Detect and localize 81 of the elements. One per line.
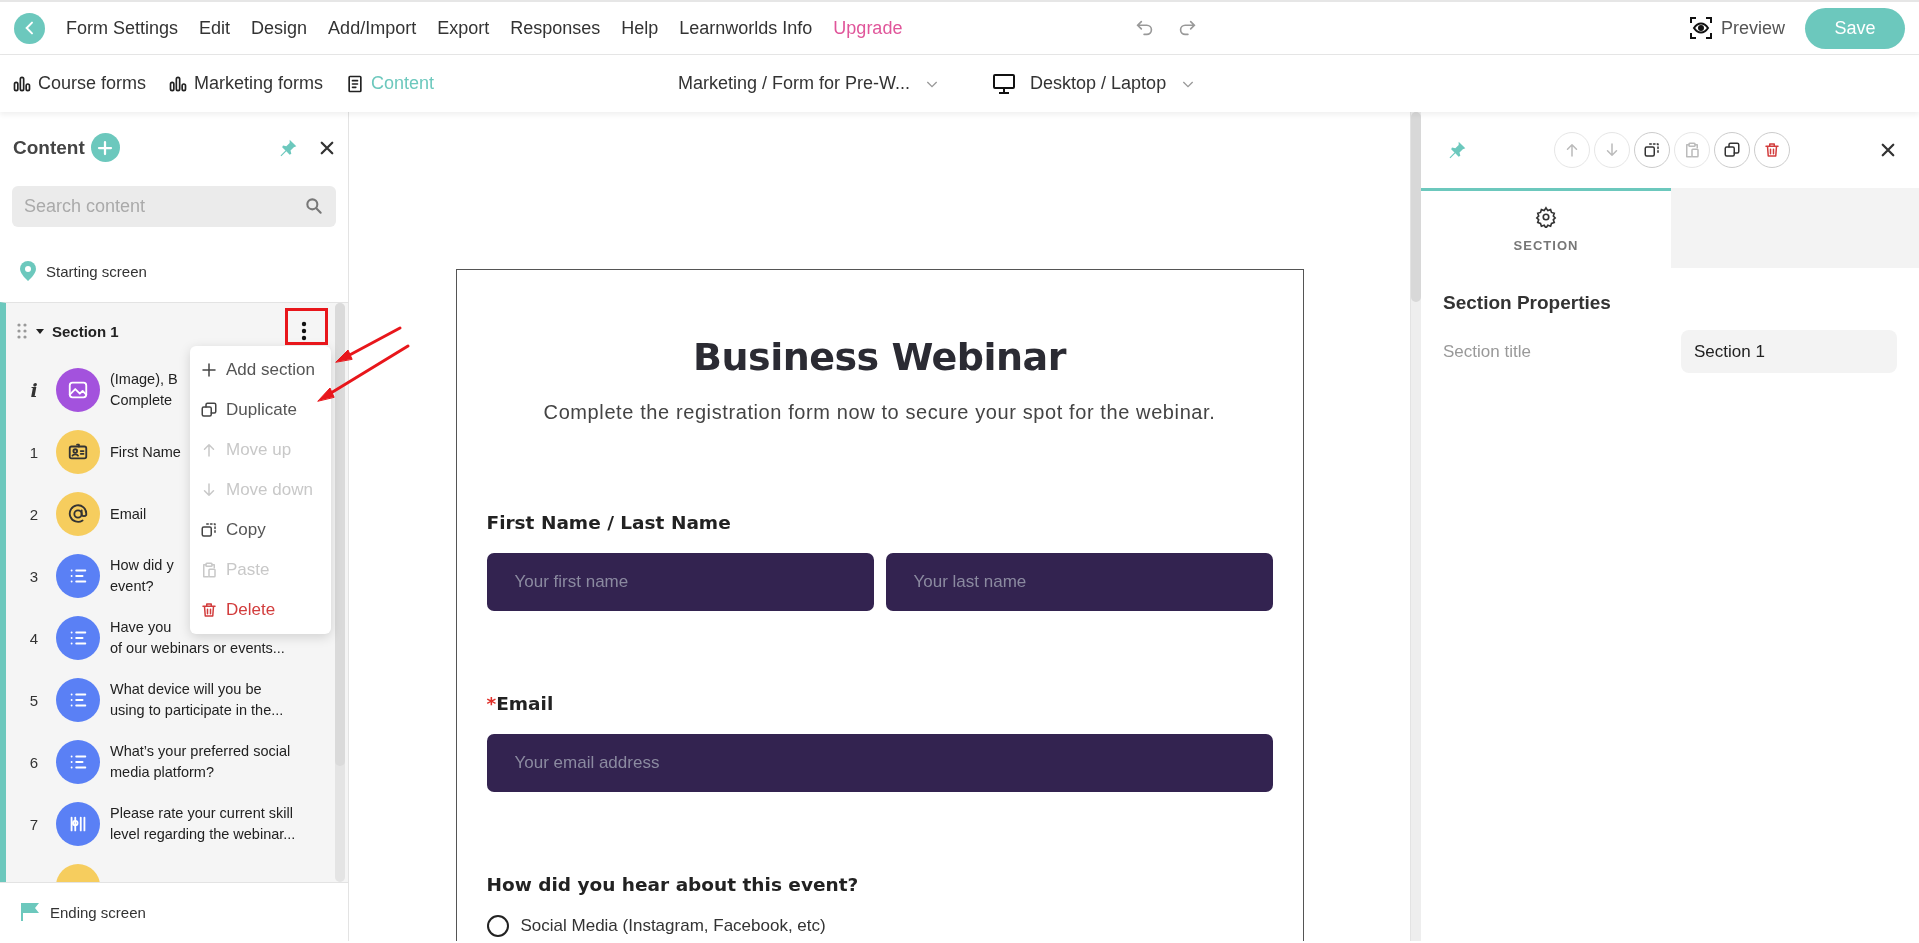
item-title[interactable]: Please rate your current skill level regarding the webinar... [110,803,296,845]
trash-icon [1763,141,1781,159]
menu-item[interactable]: Add section [190,350,331,390]
menu-item[interactable]: Copy [190,510,331,550]
device-dropdown[interactable]: Desktop / Laptop [986,70,1203,97]
menu-item[interactable]: Learnworlds Info [679,17,813,39]
menu-item[interactable]: Edit [199,17,231,39]
radio-button[interactable] [486,915,509,937]
text-field[interactable]: Your last name [885,553,1273,611]
highlight-frame [285,308,328,345]
properties-heading: Section Properties [1442,291,1612,315]
close-icon[interactable] [1879,141,1897,159]
menu-item[interactable]: Export [437,17,490,39]
location-pin-icon [20,261,36,281]
item-title[interactable]: Email [110,503,147,525]
section-title-field[interactable]: Section 1 [1681,330,1897,373]
section-title: Section 1 [52,322,119,340]
item-title[interactable]: First Name [110,441,181,463]
menu-item[interactable]: Duplicate [190,390,331,430]
text-field[interactable]: Your first name [486,553,874,611]
more-icon [301,321,307,341]
menu-item[interactable]: Upgrade [833,17,903,39]
item-number: 2 [28,505,40,523]
item-number: 4 [28,629,40,647]
clipboard-icon [1683,141,1701,159]
copy-icon [200,521,218,539]
item-title[interactable]: How did y event? [110,555,174,597]
menu-item[interactable]: Add/Import [328,17,417,39]
item-number: 6 [28,753,40,771]
duplicate-icon [200,401,218,419]
menu-item[interactable]: Delete [190,590,331,630]
starting-screen-item[interactable]: Starting screen [46,262,147,280]
preview-button[interactable]: Preview [1682,15,1791,41]
text-field[interactable]: Your email address [486,734,1273,792]
search-field[interactable]: Search content [12,186,336,227]
duplicate-icon [1723,141,1741,159]
ending-screen-item[interactable]: Ending screen [50,903,146,921]
item-number: 5 [28,691,40,709]
gear-icon [1535,206,1557,228]
drag-handle-icon[interactable] [16,322,28,340]
item-number: 3 [28,567,40,585]
eye-icon [1688,16,1713,40]
plus-icon [96,138,115,157]
form-subtitle: Complete the registration form now to secure your spot for the webinar. [542,401,1217,424]
copy-icon [1643,141,1661,159]
plus-icon [200,361,218,379]
menu-item[interactable]: Help [621,17,659,39]
field-label: Section title [1443,341,1532,362]
question-label: *Email [486,693,555,714]
menu-item[interactable]: Responses [510,17,601,39]
toolbar-button[interactable] [1714,132,1750,168]
form-dropdown[interactable]: Marketing / Form for Pre-W... [672,72,947,95]
image-icon [67,379,89,401]
toolbar-button[interactable] [1634,132,1670,168]
pin-icon[interactable] [1447,140,1467,160]
item-number: i [29,379,39,401]
menu-item[interactable]: Form Settings [66,17,179,39]
search-icon [304,196,324,216]
scrollbar[interactable] [1411,112,1421,302]
add-button[interactable] [90,133,120,162]
pin-icon[interactable] [278,137,298,158]
question-label: How did you hear about this event? [486,874,860,895]
monitor-icon [992,71,1017,96]
form-title: Business Webinar [692,335,1068,379]
flag-icon [20,903,40,921]
question-label: First Name / Last Name [486,512,732,533]
panel-title: Content [13,136,85,159]
trash-icon [200,601,218,619]
item-title[interactable]: What device will you be using to participate in the... [110,679,284,721]
item-number: 1 [28,443,40,461]
back-button[interactable] [14,12,45,44]
view-tab[interactable]: Marketing forms [168,73,324,94]
item-number: 7 [28,815,40,833]
menu-item[interactable]: Design [251,17,308,39]
clipboard-icon [200,561,218,579]
at-sign-icon [67,503,89,525]
item-title[interactable]: What’s your preferred social media platform? [110,741,291,783]
view-tab[interactable]: Course forms [12,73,147,94]
scrollbar[interactable] [335,303,345,882]
item-title[interactable]: (Image), B Complete [110,369,178,411]
option-label: Social Media (Instagram, Facebook, etc) [520,916,826,936]
